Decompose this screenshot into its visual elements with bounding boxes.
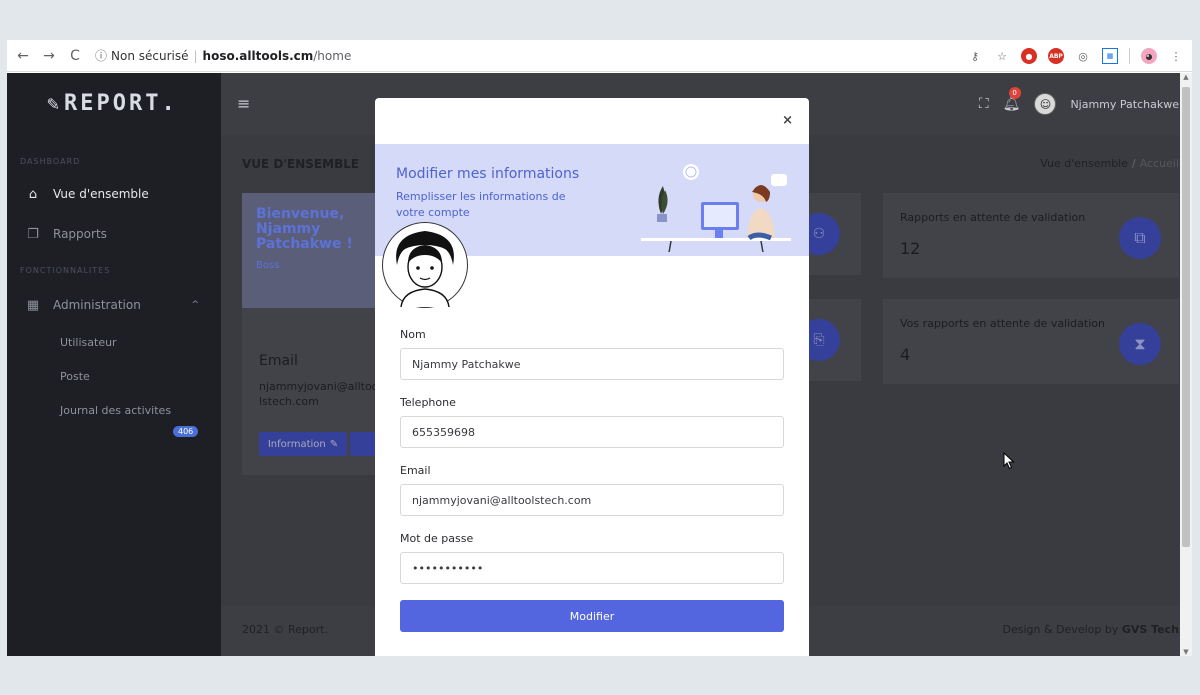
scroll-down-icon[interactable]: ▼ <box>1180 648 1192 656</box>
user-role: Boss <box>256 260 280 271</box>
notification-badge: 0 <box>1008 87 1021 99</box>
browser-toolbar: ← → C ⓘ Non sécurisé | hoso.alltools.cm … <box>7 40 1192 72</box>
browser-window: ← → C ⓘ Non sécurisé | hoso.alltools.cm … <box>7 40 1192 656</box>
back-icon[interactable]: ← <box>13 48 33 64</box>
stat-label: Vos rapports en attente de validation <box>900 317 1105 330</box>
information-button-label: Information <box>267 438 326 450</box>
logo-notepad-icon: ✎ <box>47 91 63 115</box>
welcome-panel: Bienvenue, Njammy Patchakwe ! Boss <box>242 193 382 308</box>
footer-brand[interactable]: GVS Tech <box>1122 623 1179 636</box>
footer-credit: Design & Develop by GVS Tech <box>1003 623 1179 636</box>
sidebar-item-reports[interactable]: ❐ Rapports <box>7 224 221 244</box>
breadcrumb: Vue d'ensemble / Accueil <box>1040 157 1179 170</box>
stat-value: 12 <box>900 239 921 258</box>
browser-actions: ⚷ ☆ ● ABP ◎ ▦ ◕ ⋮ <box>967 40 1184 72</box>
sidebar-item-administration[interactable]: ▦ Administration ^ <box>7 295 221 315</box>
app-shell: ✎ REPORT. DASHBOARD ⌂ Vue d'ensemble ❐ R… <box>7 73 1192 656</box>
sidebar-subitem-post[interactable]: Poste <box>7 366 221 386</box>
copy-icon: ⧉ <box>1119 217 1161 259</box>
scroll-thumb[interactable] <box>1182 87 1190 547</box>
scroll-up-icon[interactable]: ▲ <box>1180 73 1192 81</box>
sidebar-item-label: Vue d'ensemble <box>53 187 149 201</box>
breadcrumb-item[interactable]: Vue d'ensemble <box>1040 157 1128 170</box>
office-illustration-icon <box>641 164 791 252</box>
password-label: Mot de passe <box>400 532 474 545</box>
stat-card-pending: Rapports en attente de validation 12 ⧉ <box>883 193 1179 278</box>
footer-credit-prefix: Design & Develop by <box>1002 623 1122 636</box>
user-avatar[interactable]: ☺ <box>1034 93 1057 115</box>
key-icon[interactable]: ⚷ <box>967 48 983 64</box>
edit-profile-modal: × Modifier mes informations Remplisser l… <box>375 98 809 656</box>
submit-button[interactable]: Modifier <box>400 600 784 632</box>
copy-icon: ❐ <box>27 226 39 242</box>
extension-icon[interactable]: ◎ <box>1075 48 1091 64</box>
info-icon[interactable]: ⓘ <box>95 47 107 64</box>
page-scrollbar[interactable]: ▲ ▼ <box>1180 73 1192 656</box>
information-button[interactable]: Information ✎ <box>259 432 347 456</box>
sidebar: ✎ REPORT. DASHBOARD ⌂ Vue d'ensemble ❐ R… <box>7 73 221 656</box>
star-icon[interactable]: ☆ <box>994 48 1010 64</box>
chevron-up-icon: ^ <box>191 300 199 310</box>
menu-kebab-icon[interactable]: ⋮ <box>1168 48 1184 64</box>
section-dashboard: DASHBOARD <box>20 157 81 166</box>
url-path: /home <box>313 48 352 63</box>
address-bar[interactable]: ⓘ Non sécurisé | hoso.alltools.cm /home <box>95 44 351 68</box>
password-field[interactable]: ••••••••••• <box>400 552 784 584</box>
topbar-actions: ⛶ 🔔︎ 0 ☺ Njammy Patchakwe <box>979 73 1179 135</box>
calendar-extension-icon[interactable]: ▦ <box>1102 48 1118 64</box>
bell-icon[interactable]: 🔔︎ 0 <box>1003 87 1021 112</box>
email-field[interactable]: njammyjovani@alltoolstech.com <box>400 484 784 516</box>
forward-icon[interactable]: → <box>39 48 59 64</box>
toolbar-divider <box>1129 48 1130 64</box>
stat-label: Rapports en attente de validation <box>900 211 1086 224</box>
close-icon[interactable]: × <box>782 113 793 128</box>
page-title: VUE D'ENSEMBLE <box>242 157 360 171</box>
profile-form: Nom Njammy Patchakwe Telephone 655359698… <box>400 328 784 632</box>
phone-label: Telephone <box>400 396 456 409</box>
email-label: Email <box>259 353 298 369</box>
email-value: njammyjovani@alltoolstech.com <box>259 380 379 408</box>
modal-title: Modifier mes informations <box>396 166 580 182</box>
sidebar-subitem-activity-log[interactable]: Journal des activites <box>7 400 221 420</box>
avatar-face-icon <box>396 231 454 308</box>
section-features: FONCTIONNALITES <box>20 266 111 275</box>
stat-value: 4 <box>900 345 911 364</box>
welcome-title: Bienvenue, Njammy Patchakwe ! <box>256 206 353 252</box>
sidebar-subitem-user[interactable]: Utilisateur <box>7 332 221 352</box>
profile-avatar[interactable] <box>382 222 468 308</box>
phone-input[interactable]: 655359698 <box>400 416 784 448</box>
footer-copyright: 2021 © Report. <box>242 623 328 636</box>
email-field-label: Email <box>400 464 431 477</box>
breadcrumb-current: Accueil <box>1139 157 1179 170</box>
hourglass-icon: ⧗ <box>1119 323 1161 365</box>
mouse-cursor-icon <box>1003 452 1015 470</box>
fullscreen-icon[interactable]: ⛶ <box>979 96 989 112</box>
home-icon: ⌂ <box>28 186 38 202</box>
url-separator: | <box>193 48 198 63</box>
user-name[interactable]: Njammy Patchakwe <box>1070 98 1179 111</box>
profile-icon[interactable]: ◕ <box>1141 48 1157 64</box>
logo-text: REPORT. <box>64 90 178 116</box>
modal-subtitle: Remplisser les informations de votre com… <box>396 190 566 219</box>
reload-icon[interactable]: C <box>65 48 85 64</box>
pencil-icon: ✎ <box>329 438 339 450</box>
name-label: Nom <box>400 328 426 341</box>
adblock-icon[interactable]: ABP <box>1048 48 1064 64</box>
profile-card: Bienvenue, Njammy Patchakwe ! Boss Email… <box>242 193 390 475</box>
hamburger-icon[interactable]: ≡ <box>237 94 250 113</box>
sidebar-item-label: Rapports <box>53 227 107 241</box>
url-security-label: Non sécurisé <box>111 48 189 63</box>
ublock-icon[interactable]: ● <box>1021 48 1037 64</box>
breadcrumb-separator: / <box>1132 157 1136 170</box>
name-input[interactable]: Njammy Patchakwe <box>400 348 784 380</box>
stat-card-my-pending: Vos rapports en attente de validation 4 … <box>883 299 1179 384</box>
sidebar-item-label: Administration <box>53 298 141 312</box>
logo[interactable]: ✎ REPORT. <box>7 73 221 133</box>
url-host: hoso.alltools.cm <box>202 48 314 63</box>
grid-icon: ▦ <box>26 297 40 313</box>
sidebar-item-overview[interactable]: ⌂ Vue d'ensemble <box>7 184 221 204</box>
activity-count-badge: 406 <box>173 426 199 437</box>
